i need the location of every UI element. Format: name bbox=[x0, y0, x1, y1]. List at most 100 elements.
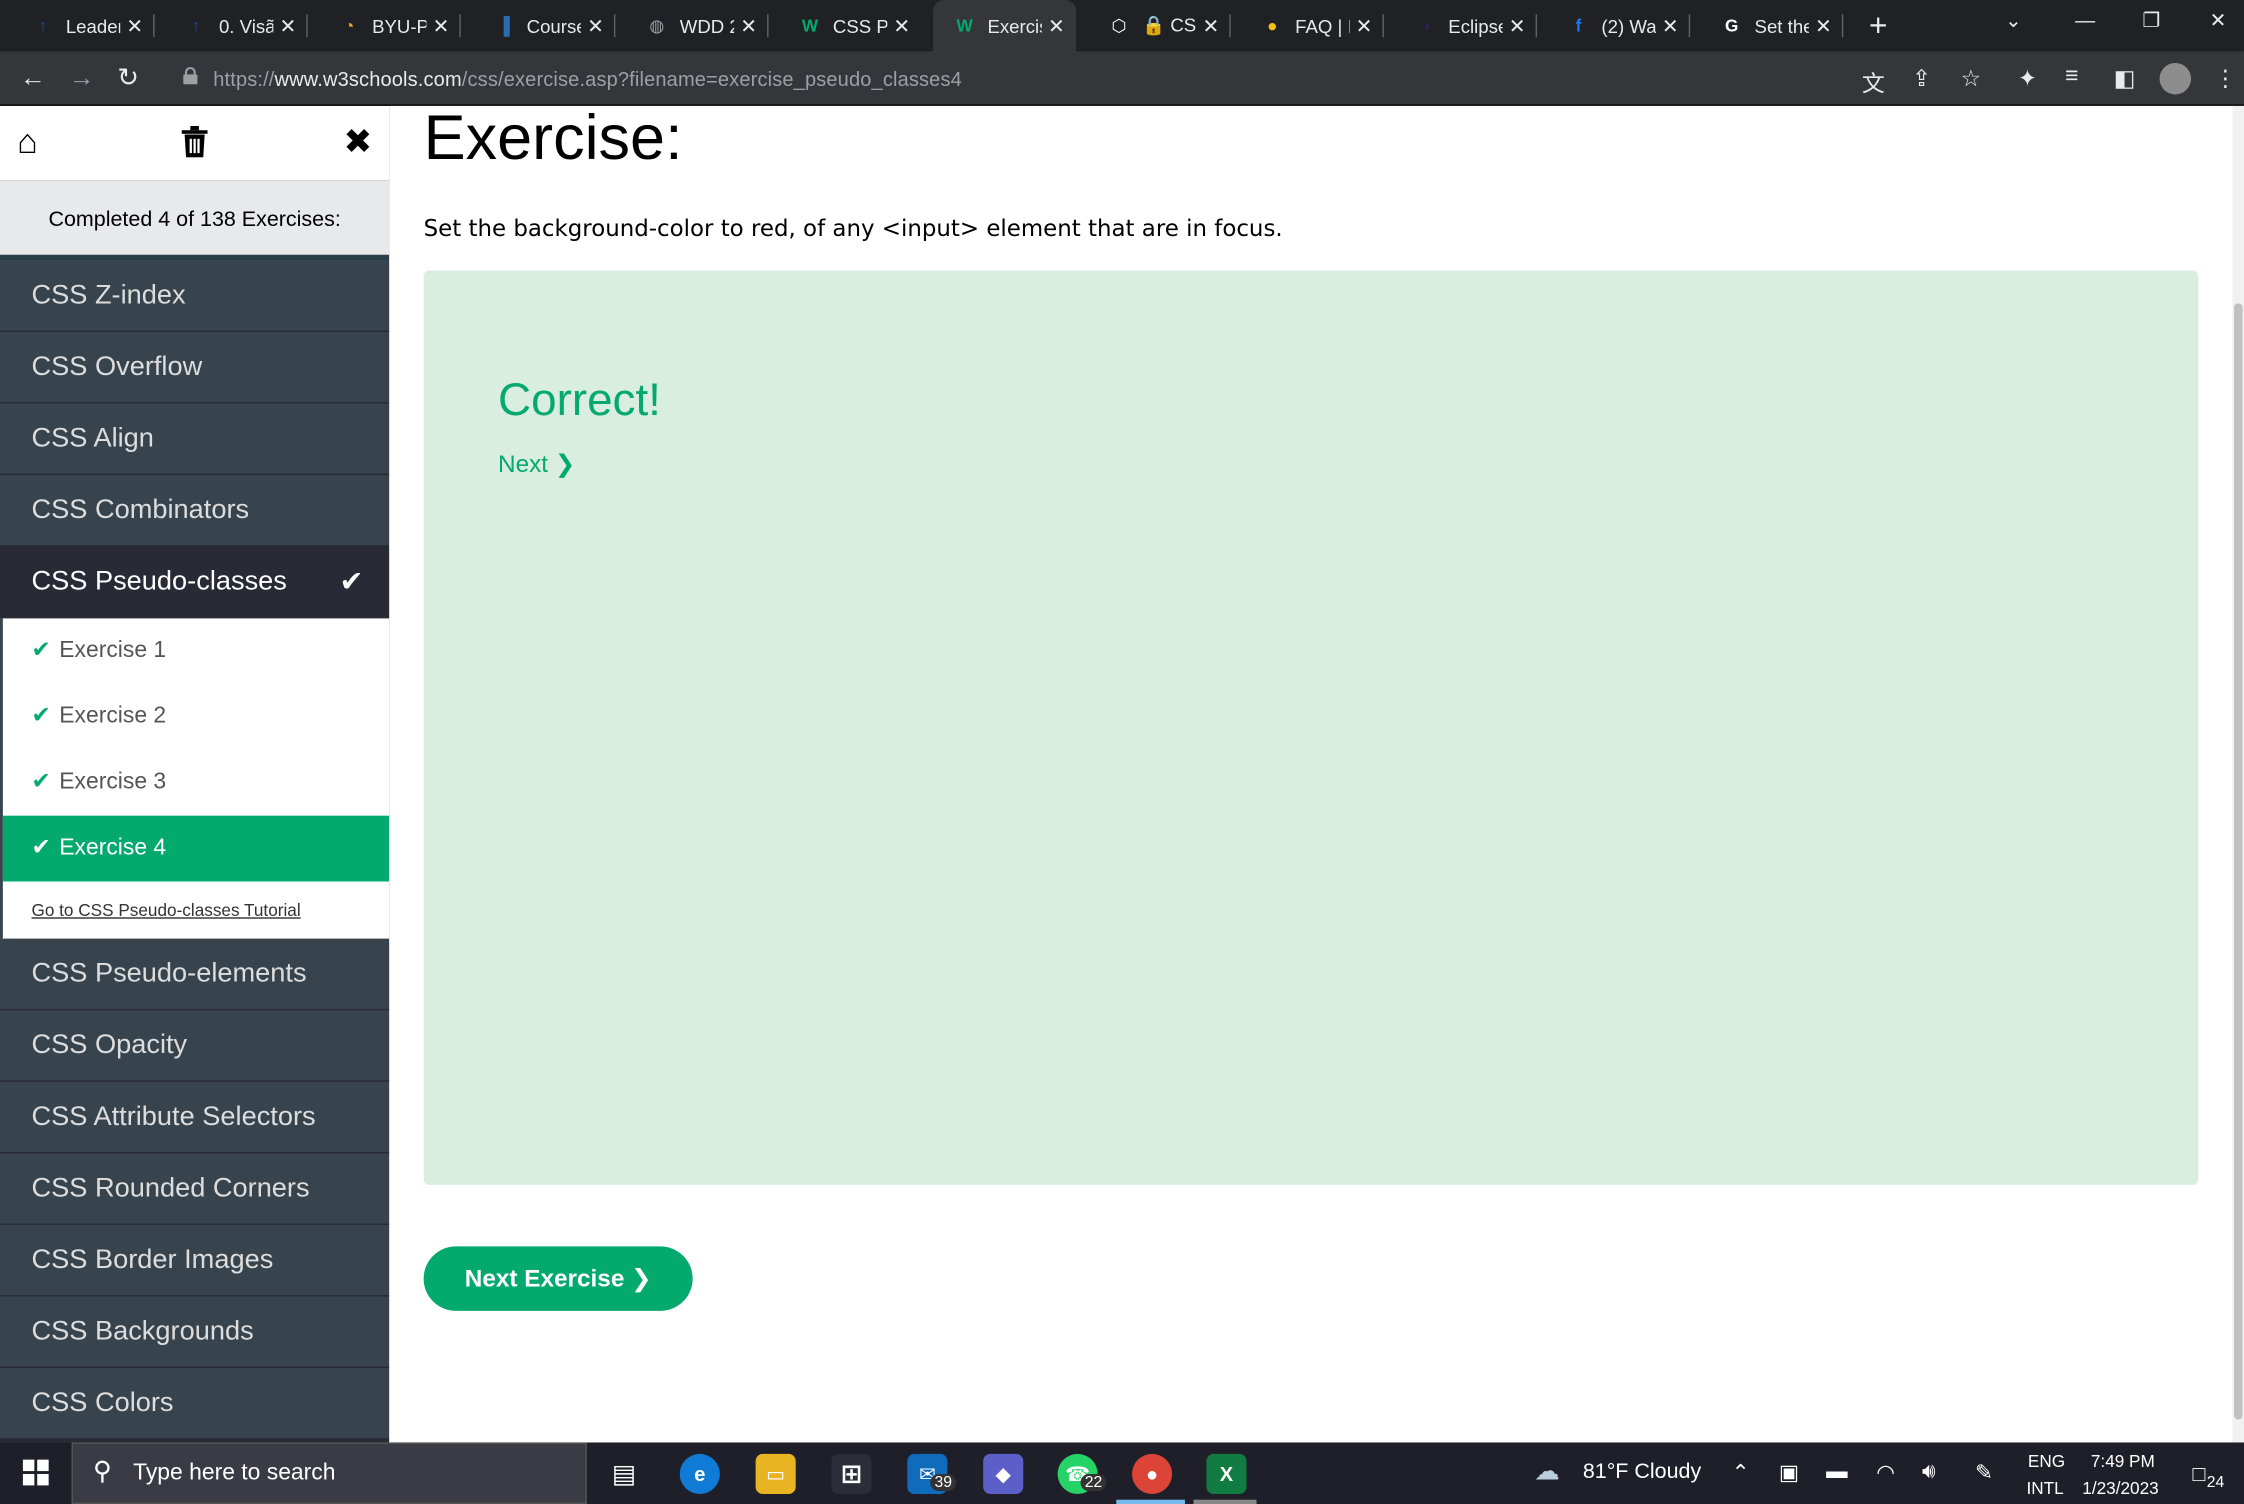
share-icon[interactable]: ⇪ bbox=[1912, 64, 1931, 93]
bar-chart-icon: ▐ bbox=[497, 15, 510, 36]
sidebar-item[interactable]: CSS Colors bbox=[0, 1368, 390, 1440]
tab-close-icon[interactable]: ✕ bbox=[1509, 14, 1526, 38]
reload-icon[interactable]: ↻ bbox=[117, 63, 139, 93]
mail-badge: 39 bbox=[930, 1473, 957, 1492]
tab-close-icon[interactable]: ✕ bbox=[893, 14, 910, 38]
exercise-item[interactable]: ✔ Exercise 3 bbox=[3, 750, 389, 816]
tab-close-icon[interactable]: ✕ bbox=[740, 14, 757, 38]
translate-icon[interactable]: 文 bbox=[1862, 64, 1885, 98]
sidebar-item[interactable]: CSS Border Images bbox=[0, 1224, 390, 1297]
wifi-icon[interactable]: ◠ bbox=[1876, 1460, 1895, 1485]
weather-text[interactable]: 81°F Cloudy bbox=[1583, 1460, 1701, 1484]
sidebar-item[interactable]: CSS Overflow bbox=[0, 331, 390, 404]
tab-close-icon[interactable]: ✕ bbox=[1203, 14, 1220, 38]
browser-tab[interactable]: ↑ Leader ✕ bbox=[11, 0, 155, 52]
clock-time[interactable]: 7:49 PM bbox=[2091, 1451, 2155, 1471]
tab-close-icon[interactable]: ✕ bbox=[587, 14, 604, 38]
forward-icon[interactable]: → bbox=[69, 63, 95, 93]
trash-icon[interactable] bbox=[180, 125, 209, 158]
address-bar[interactable]: https://www.w3schools.com/css/exercise.a… bbox=[166, 57, 1912, 100]
tutorial-link[interactable]: Go to CSS Pseudo-classes Tutorial bbox=[3, 882, 389, 939]
back-icon[interactable]: ← bbox=[20, 63, 46, 93]
next-exercise-button[interactable]: Next Exercise ❯ bbox=[423, 1246, 693, 1311]
tab-close-icon[interactable]: ✕ bbox=[1356, 14, 1373, 38]
keyboard-layout[interactable]: INTL bbox=[2026, 1478, 2063, 1498]
clock-date[interactable]: 1/23/2023 bbox=[2082, 1478, 2158, 1498]
sidebar-item[interactable]: CSS Rounded Corners bbox=[0, 1153, 390, 1225]
browser-tab[interactable]: ◔ BYU-Pa ✕ bbox=[318, 0, 461, 52]
sidebar-item[interactable]: CSS Pseudo-elements bbox=[0, 938, 390, 1011]
new-tab-icon[interactable]: + bbox=[1869, 7, 1887, 44]
battery-icon[interactable]: ▬ bbox=[1826, 1460, 1847, 1484]
sidebar-item[interactable]: CSS Align bbox=[0, 403, 390, 476]
main-content: Exercise: Set the background-color to re… bbox=[389, 103, 2233, 1443]
extensions-icon[interactable]: ✦ bbox=[2018, 64, 2037, 93]
exercise-sidebar: ⌂ ✖ Completed 4 of 138 Exercises: CSS Z-… bbox=[0, 105, 390, 1443]
completed-counter: Completed 4 of 138 Exercises: bbox=[0, 180, 390, 261]
sidebar-item-active[interactable]: CSS Pseudo-classes ✔ bbox=[0, 546, 390, 619]
tab-title: Set the bbox=[1754, 15, 1809, 37]
bookmark-star-icon[interactable]: ☆ bbox=[1961, 64, 1982, 93]
page-title: Exercise: bbox=[423, 103, 683, 174]
edge-icon[interactable]: e bbox=[679, 1453, 720, 1494]
byu-pathway-icon: ◔ bbox=[344, 15, 355, 36]
tab-close-icon[interactable]: ✕ bbox=[1815, 14, 1832, 38]
exercise-item[interactable]: ✔ Exercise 2 bbox=[3, 684, 389, 750]
sidebar-item[interactable]: CSS Combinators bbox=[0, 475, 390, 547]
microsoft-store-icon[interactable]: ⊞ bbox=[831, 1453, 872, 1494]
task-view-icon[interactable]: ▤ bbox=[604, 1454, 644, 1494]
side-panel-icon[interactable]: ◧ bbox=[2114, 64, 2136, 93]
browser-tab[interactable]: f (2) Wat ✕ bbox=[1547, 0, 1691, 52]
browser-tab[interactable]: ● FAQ | B ✕ bbox=[1241, 0, 1384, 52]
sidebar-item[interactable]: CSS Z-index bbox=[0, 260, 390, 332]
tab-close-icon[interactable]: ✕ bbox=[126, 14, 143, 38]
tab-search-icon[interactable]: ⌄ bbox=[2005, 9, 2022, 33]
page-scrollbar[interactable] bbox=[2232, 105, 2244, 1443]
chrome-icon[interactable]: ● bbox=[1132, 1453, 1173, 1494]
browser-tab[interactable]: W CSS Ps ✕ bbox=[779, 0, 922, 52]
app-icon[interactable]: ◆ bbox=[983, 1453, 1024, 1494]
browser-tab[interactable]: ⬡ 🔒 CSS ✕ bbox=[1088, 0, 1231, 52]
taskbar-search[interactable]: ⚲ Type here to search bbox=[71, 1442, 587, 1504]
close-icon[interactable]: ✖ bbox=[343, 122, 372, 163]
tab-close-icon[interactable]: ✕ bbox=[433, 14, 450, 38]
meet-icon[interactable]: ▣ bbox=[1779, 1460, 1799, 1485]
restore-icon[interactable]: ❐ bbox=[2142, 9, 2160, 33]
windows-start-icon[interactable] bbox=[22, 1459, 49, 1486]
tab-close-icon[interactable]: ✕ bbox=[279, 14, 296, 38]
chevron-up-icon[interactable]: ⌃ bbox=[1732, 1460, 1750, 1485]
scrollbar-thumb[interactable] bbox=[2233, 303, 2243, 1420]
volume-icon[interactable]: 🔊︎ bbox=[1922, 1460, 1936, 1484]
pen-icon[interactable]: ✎ bbox=[1975, 1460, 1993, 1485]
tab-title: CSS Ps bbox=[832, 15, 887, 37]
sidebar-item[interactable]: CSS Attribute Selectors bbox=[0, 1081, 390, 1154]
profile-avatar[interactable] bbox=[2159, 62, 2192, 95]
tab-separator bbox=[153, 14, 155, 38]
exercise-item[interactable]: ✔ Exercise 4 bbox=[2, 815, 390, 882]
byui-icon: ↑ bbox=[191, 15, 201, 36]
browser-tab[interactable]: ▐ Course ✕ bbox=[472, 0, 616, 52]
browser-tab[interactable]: ↑ 0. Visão ✕ bbox=[165, 0, 308, 52]
language-code[interactable]: ENG bbox=[2028, 1451, 2065, 1471]
tab-close-icon[interactable]: ✕ bbox=[1048, 14, 1065, 38]
more-menu-icon[interactable]: ⋮ bbox=[2214, 64, 2237, 93]
browser-tab[interactable]: ◍ WDD 2 ✕ bbox=[625, 0, 769, 52]
tab-separator bbox=[1841, 14, 1844, 38]
minimize-icon[interactable]: — bbox=[2075, 9, 2095, 32]
browser-tab[interactable]: ◑ Eclipse ✕ bbox=[1394, 0, 1538, 52]
window-close-icon[interactable]: ✕ bbox=[2210, 9, 2227, 33]
exercise-item[interactable]: ✔ Exercise 1 bbox=[3, 618, 389, 684]
file-explorer-icon[interactable]: ▭ bbox=[755, 1453, 796, 1494]
home-icon[interactable]: ⌂ bbox=[17, 123, 38, 163]
browser-tab[interactable]: G Set the ✕ bbox=[1700, 0, 1844, 52]
sidebar-toolbar: ⌂ ✖ bbox=[0, 105, 390, 181]
notifications-icon[interactable]: □ bbox=[2192, 1463, 2205, 1487]
next-link[interactable]: Next ❯ bbox=[498, 451, 575, 480]
excel-icon[interactable]: X bbox=[1206, 1453, 1247, 1494]
sidebar-item[interactable]: CSS Opacity bbox=[0, 1010, 390, 1082]
tab-close-icon[interactable]: ✕ bbox=[1662, 14, 1679, 38]
browser-tab[interactable]: W Exercis ✕ bbox=[933, 0, 1077, 52]
sidebar-item[interactable]: CSS Backgrounds bbox=[0, 1296, 390, 1369]
media-control-icon[interactable]: ≡ bbox=[2065, 64, 2078, 90]
tab-title: Eclipse bbox=[1448, 15, 1503, 37]
